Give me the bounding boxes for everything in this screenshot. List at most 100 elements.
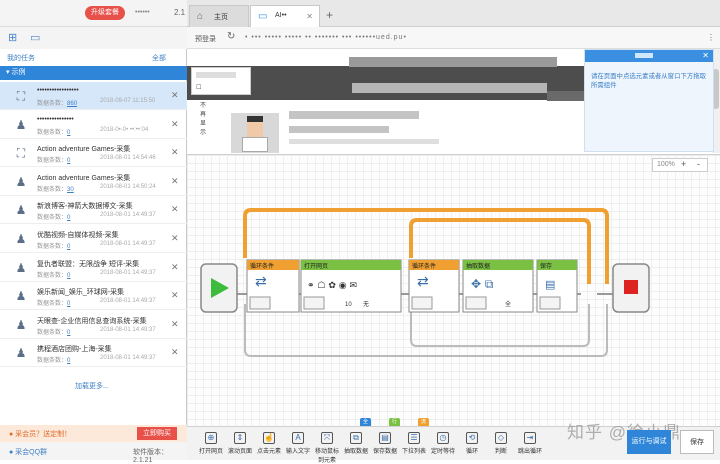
count-value[interactable]: 0 bbox=[67, 215, 70, 221]
close-tab-icon[interactable]: ✕ bbox=[306, 12, 313, 21]
count-value[interactable]: 0 bbox=[67, 330, 70, 336]
task-date: 2018-08-01 14:49:37 bbox=[100, 212, 156, 219]
edit-icon[interactable] bbox=[539, 296, 561, 310]
tab-browser[interactable]: ▭ AI•• ✕ bbox=[250, 5, 320, 27]
toolbar-item[interactable]: ⊕ 打开网页 bbox=[197, 432, 225, 455]
workflow-diagram: 循环条件 ⇄ 打开网页 ⚭ ☖ ✿ ◉ ✉ 10 无 循环条件 ⇄ 抽取数据 ✥… bbox=[200, 208, 650, 357]
task-item[interactable]: ♟ 复仇者联盟：无限战争 短评-采集 数据条数：0 2018-08-01 14:49:… bbox=[0, 254, 187, 282]
count-value[interactable]: 0 bbox=[67, 358, 70, 364]
component-icon: ◷ bbox=[437, 432, 449, 444]
pre-login-button[interactable]: 预登录 bbox=[195, 34, 216, 44]
count-value[interactable]: 0 bbox=[67, 244, 70, 250]
toolbar-item[interactable]: ◷ 定时等待 bbox=[429, 432, 457, 455]
tip-panel: ✕ 请在页面中点选元素或者从窗口下方拖取所需组件 bbox=[584, 49, 714, 152]
new-tab-icon[interactable]: + bbox=[326, 8, 333, 22]
task-item[interactable]: ♟ 新浪博客-神箭大数据博文-采集 数据条数：0 2018-08-01 14:49:3… bbox=[0, 196, 187, 225]
toolbar-item[interactable]: ▤ 保存数据 bbox=[371, 432, 399, 455]
toolbar-item[interactable]: ⤧ 移动鼠标到元素 bbox=[313, 432, 341, 464]
delete-task-icon[interactable]: ✕ bbox=[171, 147, 179, 158]
link-icon: ⚭ ☖ ✿ ◉ ✉ bbox=[307, 281, 357, 291]
count-value[interactable]: 860 bbox=[67, 101, 77, 107]
edit-icon[interactable] bbox=[411, 296, 433, 310]
hide-popup: ☐ 不再显示 bbox=[191, 67, 251, 136]
task-group-header[interactable]: ▾ 示例 bbox=[0, 66, 187, 80]
task-item[interactable]: ♟ 优酷视频-自媒体视频-采集 数据条数：0 2018-08-01 14:49:37 ✕ bbox=[0, 225, 187, 253]
qq-group-link[interactable]: ● 采会QQ群 bbox=[9, 447, 47, 457]
user-name[interactable]: •••••• bbox=[135, 9, 150, 16]
toolbar-item[interactable]: ☝ 点击元素 bbox=[255, 432, 283, 455]
task-name: 娱乐新闻_娱乐_环球网-采集 bbox=[37, 289, 125, 297]
toolbar-item-label: 下拉列表 bbox=[401, 449, 426, 455]
extract-data-node[interactable]: 抽取数据 ✥ ⧉ 全 bbox=[462, 259, 534, 313]
open-page-node[interactable]: 打开网页 ⚭ ☖ ✿ ◉ ✉ 10 无 bbox=[300, 259, 402, 313]
count-label: 数据条数： bbox=[37, 129, 68, 136]
task-name: 复仇者联盟：无限战争 短评-采集 bbox=[37, 260, 140, 268]
url-input[interactable]: • ••• ••••• ••••• •• ••••••• ••• ••••••u… bbox=[245, 31, 545, 44]
toolbar-item[interactable]: ⟲ 循环 bbox=[458, 432, 486, 455]
delete-task-icon[interactable]: ✕ bbox=[171, 176, 179, 187]
count-value[interactable]: 30 bbox=[67, 187, 74, 193]
save-button[interactable]: 保存 bbox=[680, 430, 714, 454]
count-value[interactable]: 0 bbox=[67, 273, 70, 279]
toolbar-item[interactable]: ◇ 判断 bbox=[487, 432, 515, 455]
robot-icon: ♟ bbox=[15, 317, 27, 332]
delete-task-icon[interactable]: ✕ bbox=[171, 90, 179, 101]
close-tip-icon[interactable]: ✕ bbox=[702, 51, 709, 60]
count-label: 数据条数： bbox=[37, 215, 68, 222]
count-label: 数据条数： bbox=[37, 244, 68, 250]
reload-icon[interactable]: ↻ bbox=[227, 31, 235, 42]
count-value[interactable]: 0 bbox=[67, 158, 70, 164]
delete-task-icon[interactable]: ✕ bbox=[171, 319, 179, 330]
task-count: 数据条数：0 bbox=[37, 127, 70, 136]
edit-icon[interactable] bbox=[249, 296, 271, 310]
load-more-link[interactable]: 加载更多... bbox=[75, 381, 109, 391]
address-bar: 预登录 ↻ • ••• ••••• ••••• •• ••••••• ••• •… bbox=[187, 27, 720, 49]
task-filter[interactable]: 全部 bbox=[152, 53, 166, 63]
more-icon[interactable]: ⋮ bbox=[707, 33, 715, 42]
delete-task-icon[interactable]: ✕ bbox=[171, 347, 179, 358]
component-icon: ⟲ bbox=[466, 432, 478, 444]
robot-icon: ♟ bbox=[15, 203, 27, 218]
edit-icon[interactable] bbox=[303, 296, 325, 310]
start-node[interactable] bbox=[200, 263, 238, 313]
count-value[interactable]: 0 bbox=[67, 130, 70, 136]
loop-node-1-title: 循环条件 bbox=[250, 262, 274, 270]
toolbar-item-label: 打开网页 bbox=[198, 449, 223, 455]
delete-task-icon[interactable]: ✕ bbox=[171, 233, 179, 244]
flowchart-icon: ⛶ bbox=[16, 146, 26, 161]
delete-task-icon[interactable]: ✕ bbox=[171, 290, 179, 301]
toolbar-item[interactable]: ⧉ 抽取数据 bbox=[342, 432, 370, 455]
task-item[interactable]: ⛶ Action adventure Games-采集 数据条数：0 2018-08-… bbox=[0, 139, 187, 168]
my-tasks-title: 我的任务 bbox=[7, 55, 35, 62]
promo-text: ● 采会员？送定制！ bbox=[9, 431, 72, 438]
run-debug-button[interactable]: 运行与调试 bbox=[627, 430, 671, 454]
new-task-icon[interactable]: ⊞ bbox=[8, 31, 17, 44]
count-value[interactable]: 0 bbox=[67, 301, 70, 307]
count-label: 数据条数： bbox=[37, 158, 68, 165]
upgrade-button[interactable]: 升级套餐 bbox=[85, 6, 125, 20]
tab-home[interactable]: ⌂ 主页 bbox=[189, 5, 249, 27]
toolbar-item[interactable]: ⇥ 跳出循环 bbox=[516, 432, 544, 455]
sidebar-footer: ● 采会QQ群 软件版本：2.1.21 bbox=[0, 442, 187, 464]
toolbar-item[interactable]: ⇕ 滚动页面 bbox=[226, 432, 254, 455]
task-item[interactable]: ♟ ••••••••••••••• 数据条数：0 2018-0•-0• ••:••:0… bbox=[0, 111, 187, 139]
loop-node-1[interactable]: 循环条件 ⇄ bbox=[246, 259, 300, 313]
task-count: 数据条数：0 bbox=[37, 327, 70, 336]
task-item[interactable]: ♟ 携程酒店团购-上海-采集 数据条数：0 2018-08-01 14:49:37 ✕ bbox=[0, 339, 187, 368]
edit-icon[interactable] bbox=[465, 296, 487, 310]
toolbar-item[interactable]: ☰ 下拉列表 bbox=[400, 432, 428, 455]
buy-now-button[interactable]: 立即购买 bbox=[137, 427, 177, 440]
delete-task-icon[interactable]: ✕ bbox=[171, 262, 179, 273]
toolbar-item[interactable]: A 输入文字 bbox=[284, 432, 312, 455]
delete-task-icon[interactable]: ✕ bbox=[171, 119, 179, 130]
task-item[interactable]: ⛶ ••••••••••••••••• 数据条数：860 2018-09-07 11:… bbox=[0, 82, 187, 110]
end-node[interactable] bbox=[612, 263, 650, 313]
task-item[interactable]: ♟ 天眼查-企业信用信息查询系统-采集 数据条数：0 2018-08-01 14:49… bbox=[0, 311, 187, 339]
delete-task-icon[interactable]: ✕ bbox=[171, 204, 179, 215]
task-item[interactable]: ♟ Action adventure Games-采集 数据条数：30 2018-08… bbox=[0, 168, 187, 196]
new-folder-icon[interactable]: ▭ bbox=[30, 31, 40, 44]
loop-node-2[interactable]: 循环条件 ⇄ bbox=[408, 259, 460, 313]
dont-show-checkbox[interactable]: ☐ 不再显示 bbox=[196, 84, 206, 136]
task-item[interactable]: ♟ 娱乐新闻_娱乐_环球网-采集 数据条数：0 2018-08-01 14:49:37… bbox=[0, 282, 187, 311]
save-node[interactable]: 保存 ▤ bbox=[536, 259, 578, 313]
